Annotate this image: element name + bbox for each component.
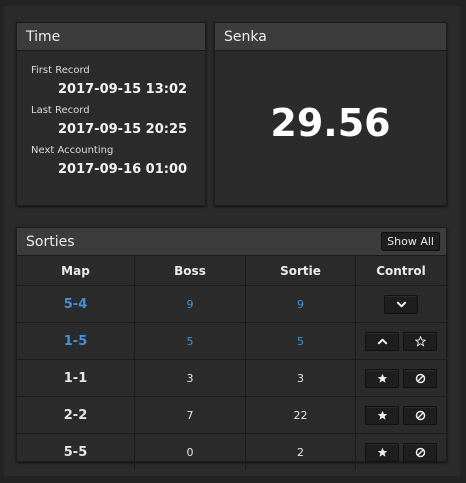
row-boss: 3 — [134, 359, 246, 397]
control-group — [365, 442, 437, 462]
sorties-table-header: Map Boss Sortie Control — [17, 256, 446, 286]
row-control — [355, 322, 446, 360]
row-control — [355, 396, 446, 434]
row-sortie: 9 — [245, 285, 356, 323]
time-panel-body: First Record 2017-09-15 13:02 Last Recor… — [17, 51, 205, 177]
table-row: 1-1 3 3 — [17, 359, 446, 397]
senka-value: 29.56 — [270, 101, 391, 145]
star-icon — [377, 410, 388, 421]
sorties-panel: Sorties Show All Map Boss Sortie Control… — [16, 227, 447, 470]
row-boss: 9 — [134, 285, 246, 323]
sorties-table: Map Boss Sortie Control 5-4 9 9 1-5 5 5 1-1 3 3 2… — [17, 256, 446, 470]
control-group — [365, 368, 437, 388]
last-record-label: Last Record — [31, 105, 90, 116]
star-icon — [377, 373, 388, 384]
time-panel-title: Time — [26, 28, 61, 45]
first-record-value: 2017-09-15 13:02 — [58, 82, 188, 97]
table-row: 2-2 7 22 — [17, 396, 446, 434]
row-sortie: 3 — [245, 359, 356, 397]
row-control — [355, 359, 446, 397]
control-group — [365, 331, 437, 351]
sorties-panel-header: Sorties Show All — [17, 228, 446, 256]
ban-icon — [415, 410, 426, 421]
control-group — [384, 294, 418, 314]
star-button[interactable] — [365, 368, 399, 388]
senka-panel-header: Senka — [215, 23, 446, 51]
ban-button[interactable] — [403, 405, 437, 425]
star-outline-icon — [414, 335, 426, 347]
row-control — [356, 434, 447, 471]
row-sortie: 22 — [245, 396, 356, 434]
star-button[interactable] — [365, 442, 399, 462]
row-map: 1-5 — [17, 322, 135, 360]
last-record-value: 2017-09-15 20:25 — [58, 122, 188, 137]
next-accounting-label: Next Accounting — [31, 145, 114, 156]
column-header-map: Map — [17, 256, 135, 286]
chevron-down-button[interactable] — [384, 294, 418, 314]
row-map: 5-4 — [17, 285, 135, 323]
table-row: 5-4 9 9 — [17, 285, 446, 323]
show-all-button[interactable]: Show All — [381, 232, 440, 251]
row-control — [355, 285, 446, 323]
first-record-label: First Record — [31, 65, 90, 76]
row-map: 5-5 — [17, 433, 135, 470]
senka-panel: Senka 29.56 — [214, 22, 447, 206]
ban-icon — [415, 373, 426, 384]
row-boss: 0 — [134, 433, 246, 470]
sorties-panel-title: Sorties — [26, 233, 75, 250]
column-header-sortie: Sortie — [245, 256, 356, 286]
star-button[interactable] — [365, 405, 399, 425]
table-row: 5-5 0 2 — [17, 433, 447, 471]
star-icon — [377, 447, 388, 458]
time-panel: Time First Record 2017-09-15 13:02 Last … — [16, 22, 206, 206]
ban-button[interactable] — [403, 368, 437, 388]
ban-button[interactable] — [403, 442, 437, 462]
ban-icon — [415, 447, 426, 458]
time-panel-header: Time — [17, 23, 205, 51]
chevron-up-icon — [377, 336, 388, 347]
row-map: 2-2 — [17, 396, 135, 434]
row-map: 1-1 — [17, 359, 135, 397]
row-boss: 5 — [134, 322, 246, 360]
column-header-control: Control — [355, 256, 446, 286]
next-accounting-value: 2017-09-16 01:00 — [58, 162, 188, 177]
column-header-boss: Boss — [134, 256, 246, 286]
table-row: 1-5 5 5 — [17, 322, 446, 360]
senka-panel-title: Senka — [224, 28, 267, 45]
row-sortie: 2 — [245, 433, 356, 470]
row-boss: 7 — [134, 396, 246, 434]
sorties-table-body: 5-4 9 9 1-5 5 5 1-1 3 3 2-2 7 22 5-5 0 2 — [17, 285, 447, 471]
chevron-down-icon — [396, 299, 407, 310]
star-outline-button[interactable] — [403, 331, 437, 351]
row-sortie: 5 — [245, 322, 356, 360]
control-group — [365, 405, 437, 425]
chevron-up-button[interactable] — [365, 331, 399, 351]
